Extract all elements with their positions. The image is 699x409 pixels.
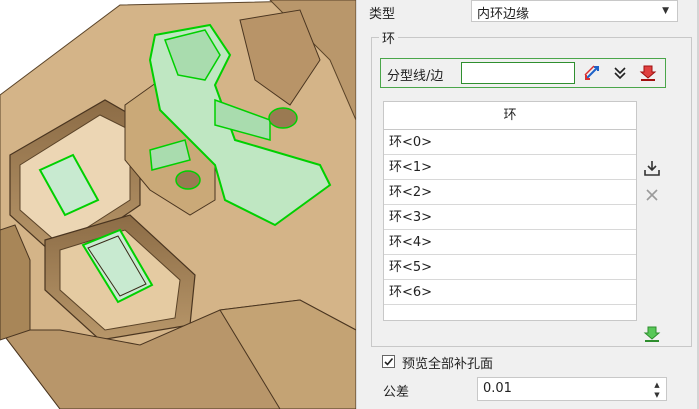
tolerance-spinbox[interactable]: 0.01 ▲ ▼ — [477, 377, 667, 401]
tolerance-label: 公差 — [383, 385, 410, 400]
table-row[interactable]: 环<3> — [384, 205, 636, 230]
parting-line-field[interactable] — [461, 62, 575, 84]
3d-viewport[interactable] — [0, 0, 356, 409]
green-apply-icon[interactable] — [641, 323, 663, 345]
table-row[interactable]: 环<5> — [384, 255, 636, 280]
parting-line-label: 分型线/边 — [387, 69, 444, 84]
red-filter-icon[interactable] — [637, 62, 659, 84]
import-icon[interactable] — [641, 157, 663, 179]
preview-all-checkbox[interactable] — [382, 355, 395, 368]
table-row[interactable]: 环<0> — [384, 130, 636, 155]
type-select[interactable]: 内环边缘 ▼ — [471, 0, 678, 22]
table-row[interactable]: 环<1> — [384, 155, 636, 180]
chevron-down-icon: ▼ — [662, 6, 669, 16]
preview-all-label[interactable]: 预览全部补孔面 — [402, 353, 493, 372]
loop-table-header[interactable]: 环 — [384, 102, 636, 130]
parting-line-picker[interactable]: 分型线/边 — [380, 58, 666, 88]
loop-group-title: 环 — [379, 28, 399, 47]
delete-icon[interactable] — [641, 184, 663, 206]
properties-panel: 类型 内环边缘 ▼ 环 分型线/边 环 环<0> 环<1> 环<2> 环<3> … — [356, 0, 699, 409]
table-row[interactable]: 环<2> — [384, 180, 636, 205]
spinner-arrows-icon[interactable]: ▲ ▼ — [648, 378, 666, 402]
table-row[interactable]: 环<4> — [384, 230, 636, 255]
flip-arrows-icon[interactable] — [581, 62, 603, 84]
loop-table[interactable]: 环 环<0> 环<1> 环<2> 环<3> 环<4> 环<5> 环<6> — [383, 101, 637, 321]
mold-model[interactable] — [0, 0, 356, 409]
double-chevron-down-icon[interactable] — [609, 62, 631, 84]
table-row[interactable]: 环<6> — [384, 280, 636, 305]
type-label: 类型 — [369, 7, 396, 22]
type-select-value: 内环边缘 — [477, 7, 530, 22]
tolerance-value: 0.01 — [483, 381, 512, 396]
